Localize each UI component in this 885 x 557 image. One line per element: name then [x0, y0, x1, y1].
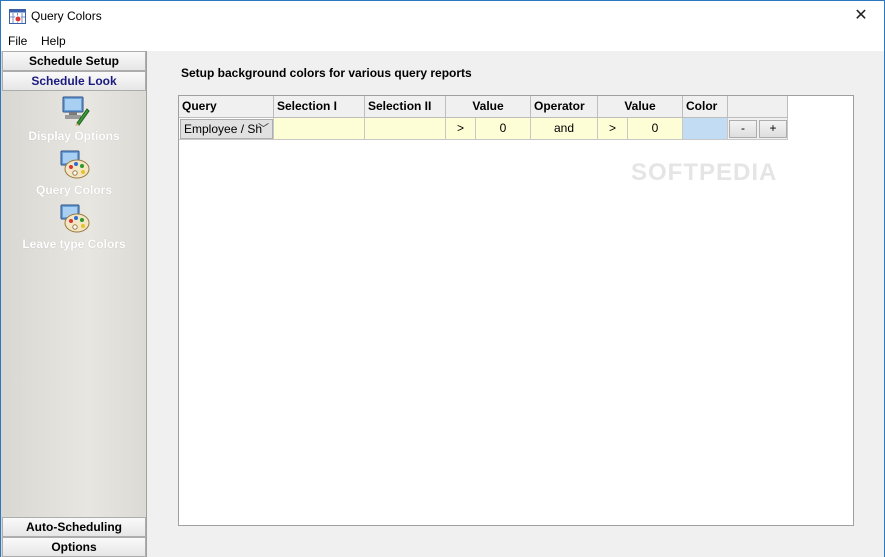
add-row-button[interactable]: +	[759, 120, 787, 138]
sidebar-label-display-options: Display Options	[28, 129, 120, 143]
column-header-query: Query	[179, 96, 274, 118]
remove-row-button[interactable]: -	[729, 120, 757, 138]
menu-help[interactable]: Help	[41, 34, 66, 48]
comparison-2-cell[interactable]: >	[598, 118, 628, 140]
color-cell[interactable]	[683, 118, 728, 140]
chevron-down-icon: ﹀	[258, 123, 269, 135]
sidebar-label-leave-type-colors: Leave type Colors	[22, 237, 126, 251]
window-title: Query Colors	[31, 9, 102, 23]
selection-2-cell[interactable]	[365, 118, 446, 140]
sidebar-item-display-options[interactable]: Display Options	[1, 95, 147, 143]
close-button[interactable]: ✕	[838, 1, 884, 31]
schedule-setup-button[interactable]: Schedule Setup	[2, 51, 146, 71]
sidebar-item-leave-type-colors[interactable]: Leave type Colors	[1, 203, 147, 251]
content-area: Schedule Setup Schedule Look Display Opt…	[1, 51, 884, 557]
selection-1-cell[interactable]	[274, 118, 365, 140]
column-header-value-2: Value	[598, 96, 683, 118]
menu-file[interactable]: File	[8, 34, 27, 48]
sidebar-item-query-colors[interactable]: Query Colors	[1, 149, 147, 197]
value-2-cell[interactable]: 0	[628, 118, 683, 140]
page-heading: Setup background colors for various quer…	[181, 66, 472, 80]
value-1-cell[interactable]: 0	[476, 118, 531, 140]
close-icon: ✕	[854, 7, 868, 24]
column-header-value-1: Value	[446, 96, 531, 118]
title-bar: Query Colors ✕	[1, 1, 884, 31]
app-window: Query Colors ✕ File Help Schedule Setup …	[0, 0, 885, 557]
query-select-value: Employee / Sh	[184, 122, 263, 136]
query-colors-icon	[60, 150, 90, 179]
watermark: SOFTPEDIA	[631, 159, 778, 186]
comparison-1-cell[interactable]: >	[446, 118, 476, 140]
query-select[interactable]: Employee / Sh ﹀	[180, 119, 273, 139]
sidebar: Schedule Setup Schedule Look Display Opt…	[1, 51, 147, 557]
display-options-icon	[62, 96, 90, 126]
column-header-color: Color	[683, 96, 728, 118]
auto-scheduling-button[interactable]: Auto-Scheduling	[2, 517, 146, 537]
column-header-actions	[728, 96, 788, 118]
schedule-look-button[interactable]: Schedule Look	[2, 71, 146, 91]
sidebar-label-query-colors: Query Colors	[35, 183, 113, 197]
options-button[interactable]: Options	[2, 537, 146, 557]
column-header-selection-1: Selection I	[274, 96, 365, 118]
operator-cell[interactable]: and	[531, 118, 598, 140]
calendar-app-icon	[9, 9, 26, 24]
menu-bar: File Help	[1, 31, 884, 51]
leave-colors-icon	[60, 204, 90, 233]
column-header-operator: Operator	[531, 96, 598, 118]
column-header-selection-2: Selection II	[365, 96, 446, 118]
